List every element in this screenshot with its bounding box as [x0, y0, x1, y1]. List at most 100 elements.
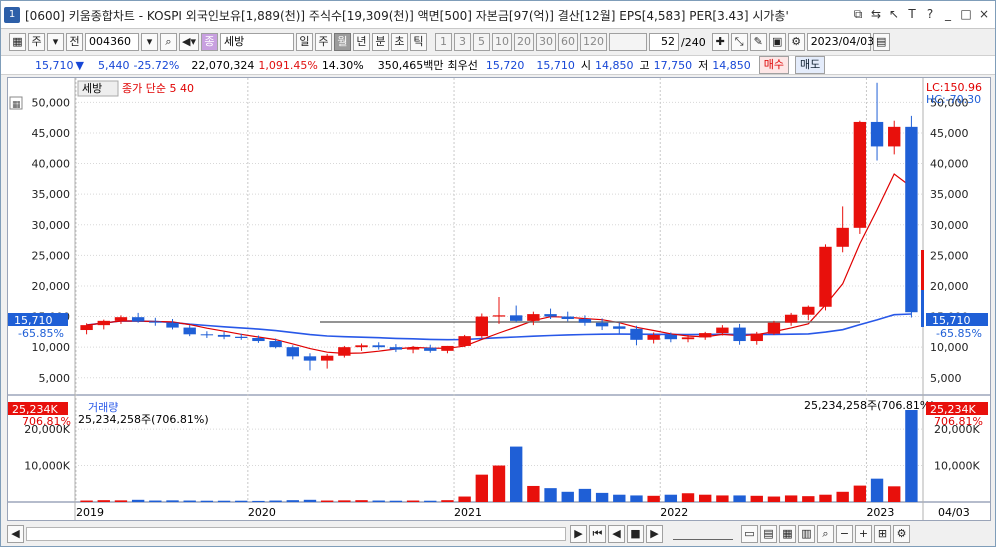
volume-bar: [750, 495, 763, 502]
chevron-down-icon[interactable]: ▾: [47, 33, 64, 51]
calendar-icon[interactable]: ▤: [872, 33, 890, 51]
period-day[interactable]: 일: [295, 33, 313, 51]
layout-1-icon[interactable]: ▭: [741, 525, 758, 543]
layout-3-icon[interactable]: ▦: [779, 525, 796, 543]
minimize-icon[interactable]: _: [941, 6, 955, 22]
zoom-fit-icon[interactable]: ⊞: [874, 525, 891, 543]
settings-gear-icon[interactable]: ⚙: [787, 33, 805, 51]
speaker-icon[interactable]: ◀▾: [179, 33, 199, 51]
volume-bar: [475, 474, 489, 502]
volume-bar: [80, 500, 93, 502]
ask-price: 15,720: [485, 58, 525, 72]
help-icon[interactable]: ?: [923, 6, 937, 22]
volume-bar: [647, 495, 660, 502]
period-second[interactable]: 초: [390, 33, 408, 51]
candle-body: [853, 121, 867, 228]
down-arrow-icon: ▼: [75, 58, 84, 72]
price-range-marker-up: [921, 250, 924, 290]
volume-bar: [905, 410, 918, 502]
text-tool-icon[interactable]: T: [905, 6, 919, 22]
tool-add-icon[interactable]: ✚: [711, 33, 729, 51]
volume-bar: [527, 485, 540, 502]
window-number-icon[interactable]: 1: [4, 7, 20, 23]
period-tick[interactable]: 틱: [409, 33, 427, 51]
count-input[interactable]: 52: [648, 33, 679, 51]
volume-bar: [888, 486, 901, 502]
sell-button[interactable]: 매도: [795, 56, 826, 74]
close-icon[interactable]: ×: [977, 6, 991, 22]
stock-name-field[interactable]: 세방: [219, 33, 294, 51]
bid-price: 15,710: [536, 58, 575, 72]
y-tick-right: 30,000: [930, 219, 969, 232]
period-month[interactable]: 월: [333, 33, 351, 51]
candle-body: [870, 121, 884, 147]
interval-custom-input[interactable]: [608, 33, 647, 51]
jeon-button[interactable]: 전: [66, 33, 83, 51]
scroll-left-icon[interactable]: ◀: [7, 525, 24, 543]
volume-bar: [544, 488, 557, 502]
code-dropdown-icon[interactable]: ▾: [141, 33, 158, 51]
candle-body: [183, 327, 196, 335]
interval-60[interactable]: 60: [557, 33, 578, 51]
horizontal-scrollbar[interactable]: [26, 527, 566, 541]
zoom-out-search-icon[interactable]: ⌕: [817, 525, 834, 543]
change-percent: -25.72%: [133, 58, 180, 72]
y-tick-right: 10,000: [930, 341, 969, 354]
buy-button[interactable]: 매수: [758, 56, 789, 74]
zoom-slider[interactable]: [673, 528, 733, 540]
y-tick-right: 20,000: [930, 280, 969, 293]
candle-body: [819, 246, 832, 307]
open-label: 시: [580, 59, 591, 72]
grid-icon[interactable]: ▦: [9, 33, 26, 51]
window-controls: ⧉ ⇆ ↖ T ? _ □ ×: [851, 6, 991, 22]
date-input[interactable]: 2023/04/03: [806, 33, 874, 51]
save-icon[interactable]: ▣: [768, 33, 786, 51]
zoom-minus-icon[interactable]: −: [836, 525, 853, 543]
interval-3[interactable]: 3: [453, 33, 471, 51]
volume-percent: 1,091.45%: [258, 58, 318, 72]
period-minute[interactable]: 분: [371, 33, 389, 51]
first-icon[interactable]: ⏮: [589, 525, 606, 543]
volume-bar: [183, 500, 196, 502]
settings-icon[interactable]: ⚙: [893, 525, 910, 543]
interval-5[interactable]: 5: [472, 33, 490, 51]
pointer-icon[interactable]: ↖: [887, 6, 901, 22]
candle-body: [217, 334, 231, 337]
chart-area[interactable]: 50,000 45,000 40,000 35,000 30,000 25,000 20,0…: [7, 77, 991, 521]
stock-code-input[interactable]: 004360: [85, 33, 139, 51]
candle-body: [784, 314, 798, 323]
y-tick-left: 5,000: [39, 372, 71, 385]
stock-type-icon[interactable]: 종: [200, 33, 218, 51]
vol-pct-right: 706.81%: [934, 415, 983, 428]
interval-30[interactable]: 30: [535, 33, 556, 51]
scroll-right-icon[interactable]: ▶: [570, 525, 587, 543]
period-week[interactable]: 주: [314, 33, 332, 51]
maximize-icon[interactable]: □: [959, 6, 973, 22]
y-tick-left: 40,000: [32, 158, 71, 171]
next-icon[interactable]: ▶: [646, 525, 663, 543]
interval-120[interactable]: 120: [579, 33, 607, 51]
stop-icon[interactable]: ■: [627, 525, 644, 543]
open-price: 14,850: [595, 58, 634, 72]
tool-zoom-icon[interactable]: ⤡: [730, 33, 748, 51]
y-tick-left: 45,000: [32, 127, 71, 140]
prev-icon[interactable]: ◀: [608, 525, 625, 543]
layout-2-icon[interactable]: ▤: [760, 525, 777, 543]
candle-body: [905, 126, 918, 313]
cur-pct-left: -65.85%: [18, 327, 64, 340]
layout-4-icon[interactable]: ▥: [798, 525, 815, 543]
period-select[interactable]: 주: [28, 33, 45, 51]
swap-icon[interactable]: ⇆: [869, 6, 883, 22]
interval-10[interactable]: 10: [491, 33, 512, 51]
interval-1[interactable]: 1: [434, 33, 452, 51]
price-volume-chart[interactable]: 50,000 45,000 40,000 35,000 30,000 25,000 20,0…: [8, 78, 990, 520]
search-icon[interactable]: ⌕: [160, 33, 177, 51]
candle-body: [166, 322, 179, 328]
interval-20[interactable]: 20: [513, 33, 534, 51]
period-year[interactable]: 년: [352, 33, 370, 51]
link-icon[interactable]: ⧉: [851, 6, 865, 22]
x-tick-year: 2023: [866, 506, 894, 519]
x-axis: 2019 2020 2021 2022 2023: [76, 506, 894, 519]
tool-edit-icon[interactable]: ✎: [749, 33, 767, 51]
zoom-plus-icon[interactable]: +: [855, 525, 872, 543]
